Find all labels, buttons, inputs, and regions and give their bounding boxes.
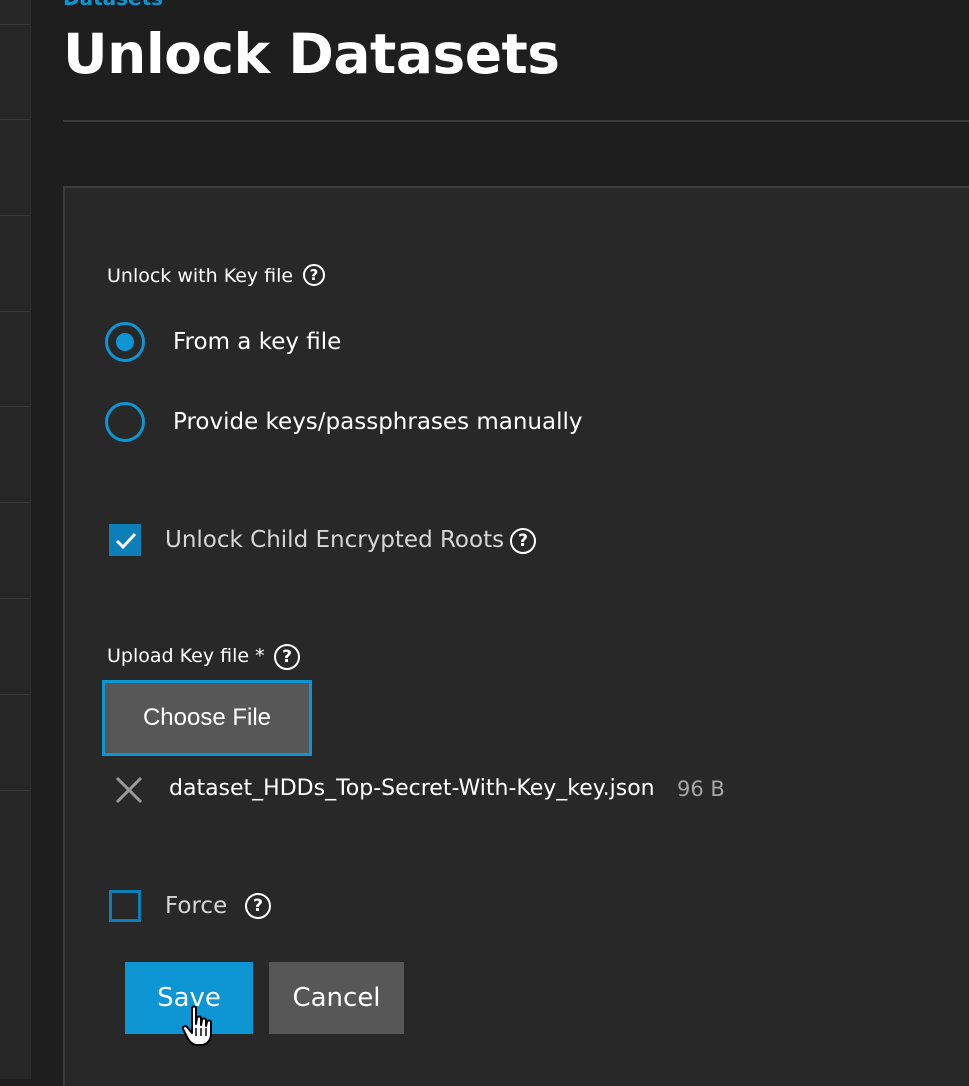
- radio-provide-manually-label[interactable]: Provide keys/passphrases manually: [173, 409, 583, 435]
- check-icon: [115, 532, 137, 550]
- selected-file-name: dataset_HDDs_Top-Secret-With-Key_key.jso…: [169, 776, 655, 801]
- radio-selected-dot: [116, 333, 134, 351]
- nav-item[interactable]: [0, 215, 30, 312]
- title-divider: [63, 120, 969, 122]
- hand-pointer-icon: [181, 1005, 212, 1046]
- force-label[interactable]: Force: [165, 893, 227, 919]
- nav-item[interactable]: [0, 311, 30, 407]
- choose-file-button[interactable]: Choose File: [102, 680, 312, 756]
- radio-provide-manually[interactable]: [105, 402, 145, 442]
- unlock-child-label[interactable]: Unlock Child Encrypted Roots: [165, 527, 504, 553]
- unlock-with-key-file-label: Unlock with Key file: [107, 265, 294, 287]
- help-circle-icon[interactable]: ?: [510, 528, 536, 554]
- unlock-form-card: [63, 186, 969, 1086]
- side-navigation: [0, 0, 31, 1079]
- radio-from-key-file[interactable]: [105, 322, 145, 362]
- nav-item[interactable]: [0, 24, 30, 120]
- upload-key-file-label: Upload Key file *: [107, 645, 265, 667]
- nav-item[interactable]: [0, 502, 30, 599]
- selected-file-size: 96 B: [677, 777, 725, 801]
- force-checkbox[interactable]: [109, 890, 141, 922]
- help-circle-icon[interactable]: ?: [274, 644, 300, 670]
- nav-item[interactable]: [0, 406, 30, 503]
- unlock-child-checkbox[interactable]: [109, 524, 141, 556]
- help-circle-icon[interactable]: ?: [245, 893, 271, 919]
- nav-item[interactable]: [0, 119, 30, 216]
- help-circle-icon[interactable]: ?: [303, 264, 325, 286]
- radio-from-key-file-label[interactable]: From a key file: [173, 329, 341, 355]
- nav-item[interactable]: [0, 694, 30, 791]
- page-title: Unlock Datasets: [63, 22, 560, 86]
- breadcrumb[interactable]: Datasets: [63, 0, 163, 10]
- close-icon[interactable]: [114, 775, 144, 805]
- nav-item[interactable]: [0, 0, 30, 25]
- nav-item[interactable]: [0, 598, 30, 695]
- cancel-button[interactable]: Cancel: [269, 962, 404, 1034]
